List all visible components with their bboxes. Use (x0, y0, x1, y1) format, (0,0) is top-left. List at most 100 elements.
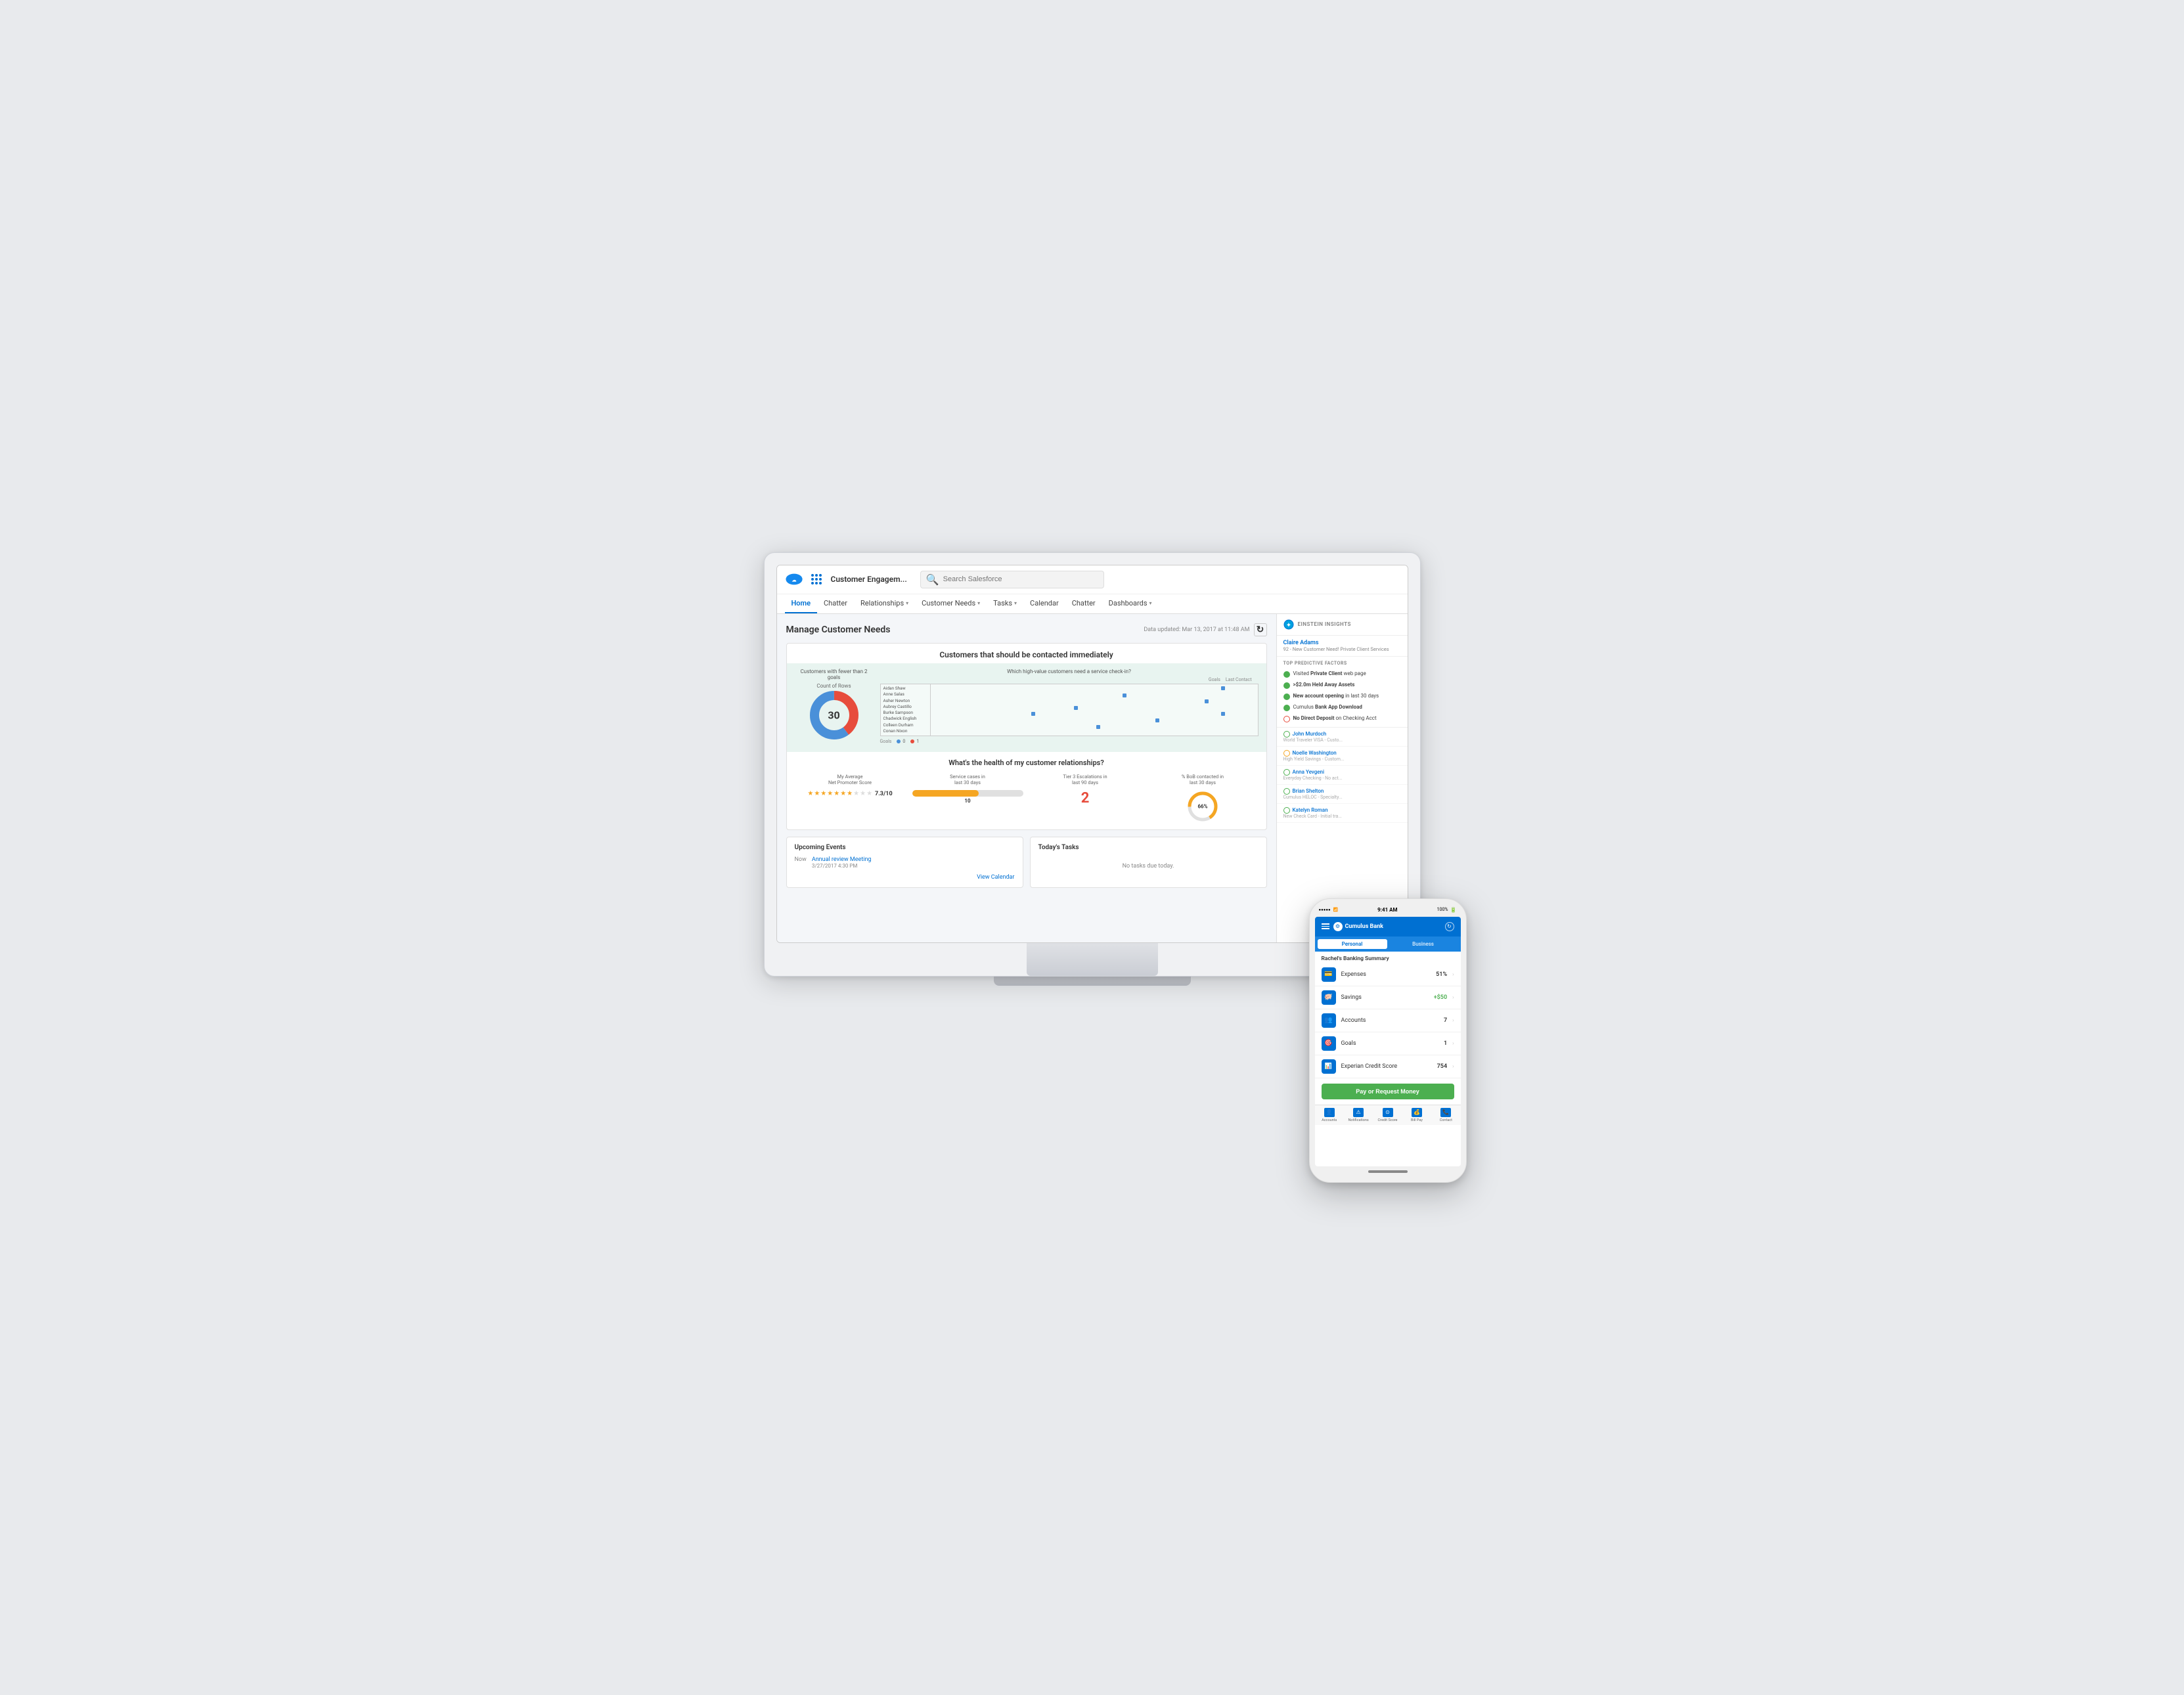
nav-chatter2[interactable]: Chatter (1065, 594, 1102, 613)
bank-logo: ⚙ Cumulus Bank (1333, 922, 1383, 931)
phone-status-bar: ●●●●● 📶 9:41 AM 100% 🔋 (1315, 907, 1461, 917)
phone-time: 9:41 AM (1377, 907, 1397, 913)
factor-5: No Direct Deposit on Checking Acct (1277, 713, 1408, 724)
metric-escalations: Tier 3 Escalations inlast 90 days 2 (1030, 774, 1141, 824)
event-time: Now (795, 856, 807, 863)
contact-sub-5: New Check Card - Initial tra... (1283, 814, 1401, 819)
factor-text-4: Cumulus Bank App Download (1293, 704, 1362, 711)
contact-name-3[interactable]: Anna Yevgeni (1293, 769, 1325, 775)
scatter-name-6: Chadwick English (883, 716, 927, 721)
search-input[interactable] (943, 575, 1098, 583)
einstein-contact-name[interactable]: Claire Adams (1283, 640, 1401, 646)
nav-accounts-label: Accounts (1322, 1118, 1337, 1122)
nav-customer-needs[interactable]: Customer Needs ▾ (915, 594, 987, 613)
app-header: ⚙ Cumulus Bank ↻ (1315, 917, 1461, 936)
app-switcher[interactable]: Customer Engagem... (811, 574, 912, 584)
phone-nav-credit[interactable]: ⊙ Credit Score (1373, 1108, 1402, 1122)
nav-relationships[interactable]: Relationships ▾ (854, 594, 915, 613)
scatter-name-5: Burke Sampson (883, 710, 927, 715)
phone-bottom-nav: 👤 Accounts ⚠ Notifications ⊙ (1315, 1105, 1461, 1125)
donut-label: Customers with fewer than 2 goals (795, 669, 874, 680)
einstein-icon: ✦ (1283, 619, 1294, 630)
health-section: What's the health of my customer relatio… (787, 752, 1266, 830)
scatter-dot (1155, 718, 1159, 722)
star-6: ★ (840, 790, 846, 797)
donut-count-label: Count of Rows (795, 683, 874, 689)
tab-personal[interactable]: Personal (1318, 939, 1387, 949)
progress-value: 10 (912, 798, 1023, 804)
bottom-row: Upcoming Events Now Annual review Meetin… (786, 837, 1267, 888)
scatter-name-8: Conan Nixon (883, 728, 927, 734)
scatter-dot (1074, 706, 1078, 710)
app-menu-icon[interactable]: ↻ (1445, 922, 1454, 931)
scatter-name-4: Aubrey Castillo (883, 704, 927, 709)
health-title: What's the health of my customer relatio… (795, 759, 1259, 767)
contact-name-5[interactable]: Katelyn Roman (1293, 807, 1328, 813)
contact-list-item-4: Brian Shelton Cumulus HELOC - Specialty.… (1277, 785, 1408, 804)
expenses-chevron: › (1452, 971, 1454, 977)
contact-name-1[interactable]: John Murdoch (1293, 731, 1327, 737)
progress-bar (912, 790, 1023, 797)
factor-4: Cumulus Bank App Download (1277, 702, 1408, 713)
scene: ☁ Customer Engagem... 🔍 (731, 552, 1454, 1143)
scatter-labels: Goals Last Contact (880, 677, 1259, 682)
stars-row: ★ ★ ★ ★ ★ ★ ★ ★ ★ ★ (795, 790, 906, 797)
status-icon-3 (1283, 769, 1290, 776)
health-metrics: My AverageNet Promoter Score ★ ★ ★ ★ ★ ★ (795, 774, 1259, 824)
factor-2: >$2.0m Held Away Assets (1277, 680, 1408, 691)
bob-label: % BoB contacted inlast 30 days (1148, 774, 1259, 787)
contact-name-2[interactable]: Noelle Washington (1293, 750, 1337, 756)
nav-calendar[interactable]: Calendar (1023, 594, 1065, 613)
monitor-screen: ☁ Customer Engagem... 🔍 (776, 565, 1408, 943)
hamburger-menu[interactable] (1322, 923, 1329, 929)
content-area: Manage Customer Needs Data updated: Mar … (777, 614, 1276, 942)
nav-billpay-label: Bill Pay (1411, 1118, 1423, 1122)
credit-value: 754 (1437, 1063, 1447, 1070)
legend: Goals 0 1 (880, 739, 1259, 744)
search-bar[interactable]: 🔍 (920, 571, 1104, 588)
refresh-button[interactable]: ↻ (1254, 623, 1267, 636)
donut-chart: 30 (808, 689, 860, 741)
scatter-names: Aidan Shaw Anne Salas Asher Newton Aubre… (881, 684, 930, 736)
accounts-value: 7 (1444, 1017, 1447, 1024)
nav-tasks[interactable]: Tasks ▾ (987, 594, 1023, 613)
savings-chevron: › (1452, 994, 1454, 1000)
mobile-phone: ●●●●● 📶 9:41 AM 100% 🔋 (1309, 898, 1467, 1183)
banking-row-savings: 🐖 Savings +$50 › (1315, 986, 1461, 1009)
scatter-grid: Aidan Shaw Anne Salas Asher Newton Aubre… (880, 684, 1259, 736)
nav-home[interactable]: Home (785, 594, 818, 613)
phone-nav-contact[interactable]: 📞 Contact (1431, 1108, 1460, 1122)
star-4: ★ (827, 790, 833, 797)
circular-center: 66% (1197, 804, 1207, 810)
circular-progress: 66% (1186, 790, 1219, 823)
monitor-stand (1027, 943, 1158, 976)
pay-request-button[interactable]: Pay or Request Money (1322, 1084, 1454, 1099)
star-5: ★ (834, 790, 839, 797)
nav-accounts-icon: 👤 (1324, 1108, 1335, 1117)
phone-nav-billpay[interactable]: 💰 Bill Pay (1402, 1108, 1431, 1122)
contact-name-4[interactable]: Brian Shelton (1293, 788, 1324, 794)
contact-sub-4: Cumulus HELOC - Specialty... (1283, 795, 1401, 800)
service-cases-label: Service cases inlast 30 days (912, 774, 1023, 787)
event-link[interactable]: Annual review Meeting (812, 856, 872, 863)
chart-title: Customers that should be contacted immed… (787, 644, 1266, 663)
factor-text-1: Visited Private Client web page (1293, 671, 1366, 677)
phone-nav-notifications[interactable]: ⚠ Notifications (1344, 1108, 1373, 1122)
escalations-label: Tier 3 Escalations inlast 90 days (1030, 774, 1141, 787)
status-icon-1 (1283, 731, 1290, 737)
phone-nav-accounts[interactable]: 👤 Accounts (1315, 1108, 1344, 1122)
factor-icon-4 (1283, 705, 1290, 711)
events-title: Upcoming Events (795, 844, 1015, 851)
view-calendar-link[interactable]: View Calendar (795, 874, 1015, 881)
factor-icon-5 (1283, 716, 1290, 722)
tab-business[interactable]: Business (1389, 939, 1458, 949)
factor-text-2: >$2.0m Held Away Assets (1293, 682, 1355, 688)
donut-section: Customers with fewer than 2 goals Count … (795, 669, 874, 741)
contact-list-item-2: Noelle Washington High Yield Savings - C… (1277, 747, 1408, 766)
nav-chatter[interactable]: Chatter (817, 594, 854, 613)
home-bar (1368, 1170, 1408, 1173)
nav-dashboards[interactable]: Dashboards ▾ (1102, 594, 1159, 613)
star-10: ★ (866, 790, 872, 797)
expenses-value: 51% (1436, 971, 1447, 978)
credit-label: Experian Credit Score (1341, 1063, 1432, 1070)
